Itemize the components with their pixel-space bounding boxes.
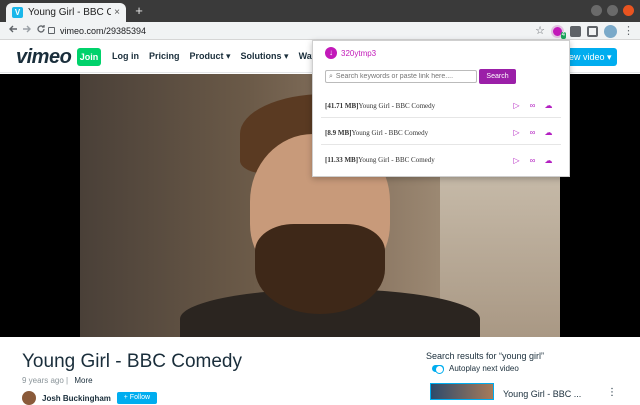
join-button[interactable]: Join: [77, 48, 101, 66]
link-icon[interactable]: ∞: [528, 156, 537, 165]
close-window-button[interactable]: [623, 5, 634, 16]
forward-button[interactable]: [20, 24, 34, 38]
window-controls: [591, 5, 634, 16]
minimize-button[interactable]: [591, 5, 602, 16]
lock-icon: [48, 27, 55, 34]
arrow-left-icon: [9, 25, 17, 33]
search-icon: ⌕: [329, 72, 333, 80]
reload-button[interactable]: [34, 24, 48, 38]
video-age: 9 years ago: [22, 376, 64, 385]
result-text: [41.71 MB]Young Girl - BBC Comedy: [321, 102, 512, 110]
extension-grid-icon[interactable]: [587, 25, 598, 37]
popup-search-button[interactable]: Search: [479, 69, 516, 84]
ytmp3-extension-icon[interactable]: 4: [551, 24, 566, 39]
browser-tab[interactable]: V Young Girl - BBC Comedy ×: [6, 3, 126, 22]
link-icon[interactable]: ∞: [528, 128, 537, 137]
new-video-button[interactable]: ew video ▾: [565, 48, 617, 66]
cloud-download-icon[interactable]: ☁: [544, 128, 553, 137]
nav-product[interactable]: Product ▾: [190, 51, 231, 62]
author-name[interactable]: Josh Buckingham: [42, 394, 111, 403]
result-actions: ▷ ∞ ☁: [512, 128, 561, 137]
result-row: [8.9 MB]Young Girl - BBC Comedy ▷ ∞ ☁: [321, 121, 561, 145]
popup-search-input[interactable]: [335, 73, 466, 80]
result-row: [41.71 MB]Young Girl - BBC Comedy ▷ ∞ ☁: [321, 94, 561, 118]
meta-separator: |: [66, 376, 69, 385]
author-avatar[interactable]: [22, 391, 36, 405]
popup-search-box: ⌕: [325, 70, 477, 83]
search-results-heading: Search results for “young girl”: [426, 351, 545, 361]
author-row: Josh Buckingham + Follow: [22, 391, 157, 405]
result-row: [11.33 MB]Young Girl - BBC Comedy ▷ ∞ ☁: [321, 148, 561, 172]
extensions-area: ☆ 4 ⋮: [535, 24, 634, 39]
result-actions: ▷ ∞ ☁: [512, 156, 561, 165]
result-size: [11.33 MB]: [325, 156, 359, 164]
result-name: Young Girl - BBC Comedy: [358, 156, 435, 164]
play-icon[interactable]: ▷: [512, 156, 521, 165]
result-text: [11.33 MB]Young Girl - BBC Comedy: [321, 156, 512, 164]
tab-strip: V Young Girl - BBC Comedy × +: [0, 0, 640, 22]
result-actions: ▷ ∞ ☁: [512, 101, 561, 110]
main-nav: Log in Pricing Product ▾ Solutions ▾ Wat…: [112, 51, 332, 62]
follow-button[interactable]: + Follow: [116, 392, 157, 404]
next-video-menu-icon[interactable]: ⋮: [607, 387, 617, 398]
arrow-right-icon: [23, 25, 31, 33]
nav-solutions[interactable]: Solutions ▾: [241, 51, 289, 62]
browser-menu-icon[interactable]: ⋮: [623, 24, 634, 38]
tab-title: Young Girl - BBC Comedy: [28, 7, 112, 18]
video-title: Young Girl - BBC Comedy: [22, 351, 243, 372]
new-tab-button[interactable]: +: [132, 4, 146, 18]
extension-badge: 4: [560, 31, 566, 39]
bookmark-star-icon[interactable]: ☆: [535, 24, 545, 38]
address-bar[interactable]: vimeo.com/29385394: [60, 24, 146, 38]
vimeo-logo[interactable]: vimeo: [16, 46, 72, 69]
more-link[interactable]: More: [74, 376, 92, 385]
video-meta: 9 years ago | More: [22, 376, 93, 385]
back-button[interactable]: [6, 24, 20, 38]
autoplay-row: Autoplay next video: [432, 364, 519, 374]
result-size: [41.71 MB]: [325, 101, 359, 110]
result-name: Young Girl - BBC Comedy: [358, 101, 436, 110]
vimeo-favicon-icon: V: [12, 7, 23, 18]
cloud-download-icon[interactable]: ☁: [544, 101, 553, 110]
next-video-title[interactable]: Young Girl - BBC ...: [503, 389, 581, 399]
nav-login[interactable]: Log in: [112, 51, 139, 62]
popup-header: ↓ 320ytmp3: [325, 47, 376, 59]
autoplay-label: Autoplay next video: [449, 364, 519, 373]
person-beard: [255, 224, 385, 314]
result-text: [8.9 MB]Young Girl - BBC Comedy: [321, 129, 512, 137]
ytmp3-popup: ↓ 320ytmp3 ⌕ Search [41.71 MB]Young Girl…: [312, 40, 570, 177]
autoplay-toggle[interactable]: [432, 365, 444, 374]
download-logo-icon: ↓: [325, 47, 337, 59]
maximize-button[interactable]: [607, 5, 618, 16]
puzzle-extensions-icon[interactable]: [570, 25, 581, 37]
next-video-thumbnail[interactable]: [430, 383, 494, 400]
profile-avatar[interactable]: [604, 24, 617, 38]
link-icon[interactable]: ∞: [528, 101, 537, 110]
reload-icon: [37, 25, 45, 33]
cloud-download-icon[interactable]: ☁: [544, 156, 553, 165]
nav-pricing[interactable]: Pricing: [149, 51, 180, 62]
play-icon[interactable]: ▷: [512, 128, 521, 137]
popup-title: 320ytmp3: [341, 48, 377, 58]
result-size: [8.9 MB]: [325, 128, 352, 137]
result-name: Young Girl - BBC Comedy: [351, 128, 429, 137]
play-icon[interactable]: ▷: [512, 101, 521, 110]
browser-toolbar: vimeo.com/29385394 ☆ 4 ⋮: [0, 22, 640, 40]
tab-close-icon[interactable]: ×: [114, 7, 120, 18]
